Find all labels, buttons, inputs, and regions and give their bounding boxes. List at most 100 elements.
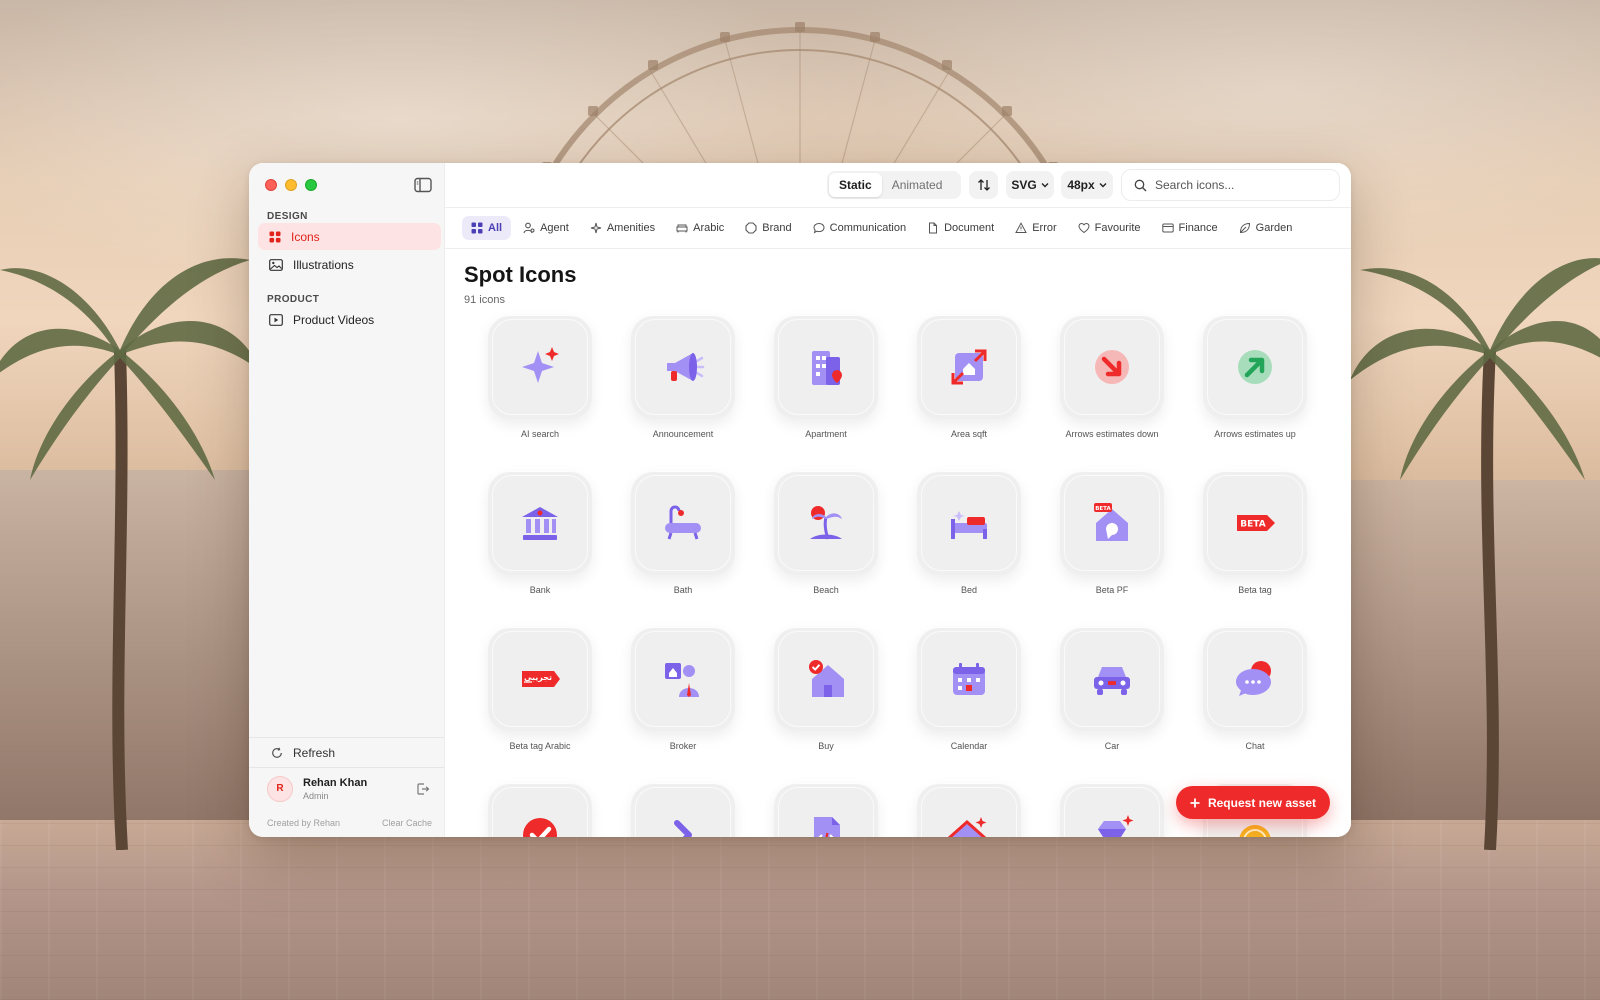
icon-tile[interactable]: BETA Beta tag (1203, 471, 1307, 596)
palm-tree-left-graphic (0, 258, 260, 850)
area-expand-icon (951, 349, 987, 385)
category-chip-label: Arabic (693, 222, 725, 234)
chevron-down-icon (1099, 183, 1107, 188)
icon-preview (631, 471, 735, 575)
icon-tile[interactable] (917, 783, 1021, 837)
icon-tile[interactable]: Area sqft (917, 315, 1021, 440)
icon-tile[interactable]: Buy (774, 627, 878, 752)
category-chip-garden[interactable]: Garden (1230, 216, 1302, 240)
icon-preview (1060, 783, 1164, 837)
icon-preview (1203, 315, 1307, 419)
icon-tile[interactable]: Bath (631, 471, 735, 596)
icon-preview (917, 627, 1021, 731)
icon-tile[interactable]: Calendar (917, 627, 1021, 752)
badge-text: BETA (1095, 506, 1111, 512)
mode-tab-static[interactable]: Static (829, 173, 882, 197)
icon-tile[interactable]: AI search (488, 315, 592, 440)
category-chip-error[interactable]: Error (1006, 216, 1065, 240)
sidebar-item-label: Illustrations (293, 257, 354, 272)
category-chip-brand[interactable]: Brand (736, 216, 800, 240)
icon-tile[interactable]: Car (1060, 627, 1164, 752)
category-chip-document[interactable]: Document (918, 216, 1003, 240)
bed-icon (951, 511, 987, 539)
icon-label: Chat (1245, 741, 1265, 751)
icon-tile[interactable] (488, 783, 592, 837)
section-label-product: PRODUCT (267, 294, 320, 305)
mode-toggle: Static Animated (827, 171, 961, 199)
icon-tile[interactable]: تجريبي Beta tag Arabic (488, 627, 592, 752)
sidebar-item-illustrations[interactable]: Illustrations (258, 251, 441, 278)
icon-tile[interactable]: Beach (774, 471, 878, 596)
category-chip-label: Garden (1255, 222, 1293, 234)
ai-sparkle-icon (522, 347, 559, 383)
category-chip-finance[interactable]: Finance (1153, 216, 1227, 240)
request-new-asset-button[interactable]: Request new asset (1176, 786, 1330, 819)
size-select[interactable]: 48px (1061, 171, 1113, 199)
sidebar: DESIGN Icons Illustrations PRODUCT Produ… (249, 163, 445, 837)
refresh-label: Refresh (293, 745, 336, 760)
badge-text: تجريبي (524, 673, 552, 682)
minimize-window-button[interactable] (285, 179, 297, 191)
search-input[interactable] (1155, 178, 1325, 192)
icon-label: Announcement (652, 429, 714, 439)
car-icon (1094, 667, 1130, 695)
icon-preview: BETA (1203, 471, 1307, 575)
logout-icon[interactable] (416, 782, 430, 796)
icon-tile[interactable]: Broker (631, 627, 735, 752)
beta-tag-arabic-icon: تجريبي (522, 671, 560, 687)
sidebar-item-icons[interactable]: Icons (258, 223, 441, 250)
search-icon (1134, 179, 1147, 191)
icon-tile[interactable]: Arrows estimates down (1060, 315, 1164, 440)
clear-cache-link[interactable]: Clear Cache (382, 818, 432, 828)
sidebar-toggle-icon[interactable] (414, 177, 432, 193)
category-chip-amenities[interactable]: Amenities (581, 216, 664, 240)
category-chip-label: Finance (1178, 222, 1218, 234)
maximize-window-button[interactable] (305, 179, 317, 191)
icon-tile[interactable]: Bed (917, 471, 1021, 596)
icon-preview (631, 627, 735, 731)
icon-preview: تجريبي (488, 627, 592, 731)
category-chip-all[interactable]: All (462, 216, 512, 240)
icon-tile[interactable]: Bank (488, 471, 592, 596)
icon-tile[interactable]: Chat (1203, 627, 1307, 752)
icon-preview (631, 315, 735, 419)
avatar: R (267, 775, 293, 802)
sidebar-item-product-videos[interactable]: Product Videos (258, 306, 441, 333)
grid-icon (269, 231, 281, 242)
category-chip-label: Agent (540, 222, 569, 234)
beta-house-icon: BETA (1094, 503, 1128, 541)
page-title: Spot Icons (464, 262, 577, 287)
leaf-icon (1239, 222, 1250, 234)
file-icon (929, 222, 938, 234)
bank-icon (522, 507, 558, 540)
icon-tile[interactable] (774, 783, 878, 837)
app-window: DESIGN Icons Illustrations PRODUCT Produ… (249, 163, 1351, 837)
refresh-button[interactable]: Refresh (249, 737, 444, 767)
icon-tile[interactable]: BETA Beta PF (1060, 471, 1164, 596)
sidebar-item-label: Product Videos (293, 312, 375, 327)
warning-icon (1015, 222, 1028, 233)
icon-tile[interactable] (631, 783, 735, 837)
calendar-icon (953, 663, 985, 695)
category-chip-communication[interactable]: Communication (804, 216, 915, 240)
category-filter-bar: All Agent Amenities Arabic Brand Communicatio… (445, 208, 1351, 249)
icon-preview (917, 471, 1021, 575)
category-chip-arabic[interactable]: Arabic (667, 216, 733, 240)
icon-tile[interactable] (1060, 783, 1164, 837)
icon-label: Car (1104, 741, 1120, 751)
check-circle-icon (523, 818, 557, 837)
icon-tile[interactable]: Apartment (774, 315, 878, 440)
category-chip-label: Error (1032, 222, 1057, 234)
icon-tile[interactable]: Arrows estimates up (1203, 315, 1307, 440)
sort-button[interactable] (969, 171, 998, 199)
mode-tab-animated[interactable]: Animated (882, 173, 953, 197)
size-value: 48px (1067, 178, 1095, 192)
icon-label: Calendar (950, 741, 988, 751)
window-controls (265, 179, 317, 191)
close-window-button[interactable] (265, 179, 277, 191)
category-chip-favourite[interactable]: Favourite (1069, 216, 1150, 240)
category-chip-agent[interactable]: Agent (514, 216, 578, 240)
format-select[interactable]: SVG (1006, 171, 1054, 199)
format-value: SVG (1011, 178, 1037, 192)
icon-tile[interactable]: Announcement (631, 315, 735, 440)
